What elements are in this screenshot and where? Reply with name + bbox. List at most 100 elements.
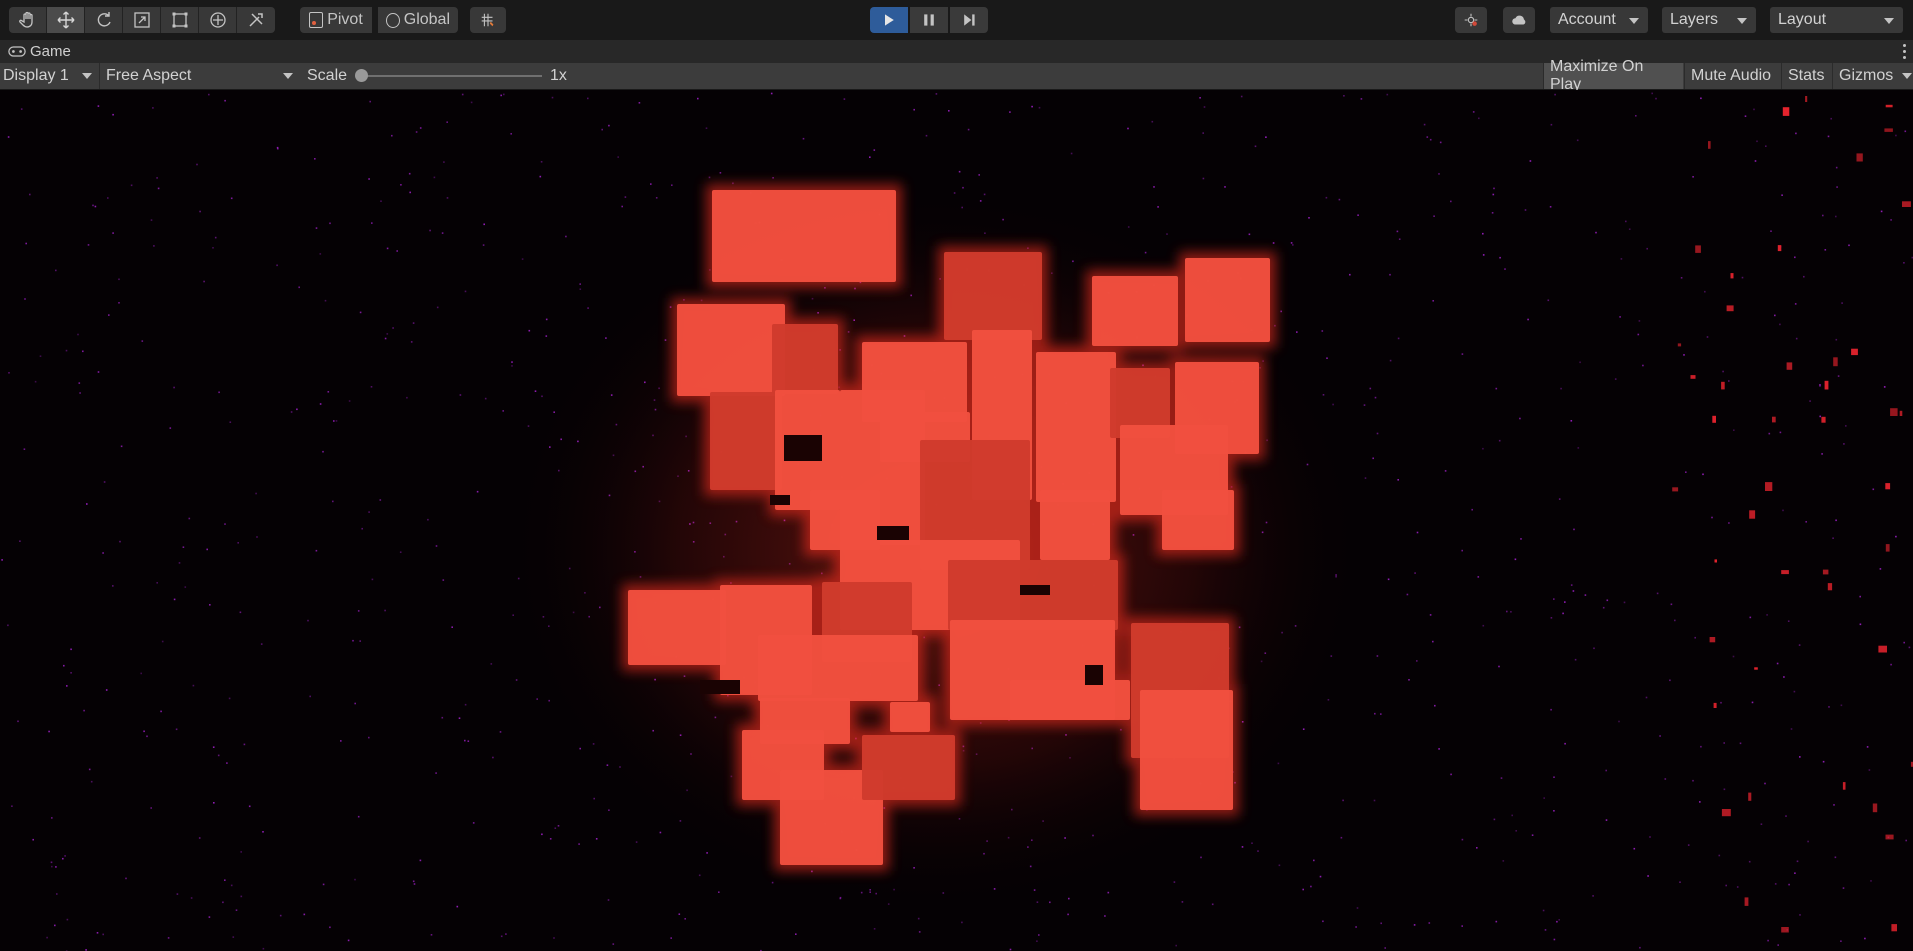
particle	[212, 746, 215, 748]
particle	[1694, 636, 1696, 639]
particle	[1902, 201, 1911, 207]
maximize-on-play-toggle[interactable]: Maximize On Play	[1543, 58, 1683, 93]
particle	[1498, 439, 1501, 442]
stats-toggle[interactable]: Stats	[1781, 63, 1832, 89]
particle	[1224, 186, 1226, 188]
tab-game[interactable]: Game	[0, 40, 71, 63]
gizmos-dropdown[interactable]: Gizmos	[1832, 63, 1913, 89]
cloud-button[interactable]	[1503, 7, 1535, 33]
particle	[1240, 95, 1243, 98]
game-viewport[interactable]	[0, 90, 1913, 951]
particle	[1593, 647, 1595, 650]
particle	[464, 739, 466, 742]
global-toggle[interactable]: Global	[378, 7, 458, 33]
particle	[1036, 940, 1038, 942]
account-label: Account	[1558, 11, 1616, 28]
particle	[1848, 244, 1850, 247]
custom-tool-button[interactable]	[237, 7, 275, 33]
particle	[1856, 153, 1863, 162]
particle	[419, 859, 422, 862]
particle	[1531, 834, 1534, 836]
particle	[296, 408, 298, 411]
particle	[161, 640, 164, 643]
step-button[interactable]	[950, 7, 988, 33]
chevron-down-icon	[82, 73, 92, 79]
layers-dropdown[interactable]: Layers	[1662, 7, 1756, 33]
particle	[1739, 742, 1742, 745]
aspect-dropdown[interactable]: Free Aspect	[99, 63, 295, 89]
particle	[396, 250, 398, 252]
rect-tool-button[interactable]	[161, 7, 199, 33]
particle	[1321, 330, 1324, 332]
move-tool-button[interactable]	[47, 7, 85, 33]
grid-snap-button[interactable]	[470, 7, 506, 33]
scale-slider-track[interactable]	[360, 75, 542, 77]
particle	[541, 833, 543, 836]
particle	[1515, 830, 1517, 832]
particle	[1104, 915, 1106, 917]
rotate-tool-button[interactable]	[85, 7, 123, 33]
particle	[1296, 331, 1298, 333]
particle	[607, 899, 610, 901]
particle	[1649, 836, 1651, 838]
particle	[333, 420, 335, 422]
particle	[1722, 370, 1724, 373]
particle	[435, 545, 438, 547]
scale-tool-button[interactable]	[123, 7, 161, 33]
hand-tool-button[interactable]	[9, 7, 47, 33]
particle	[1835, 166, 1838, 169]
cube	[1040, 490, 1110, 560]
particle	[1753, 108, 1755, 111]
particle	[1520, 538, 1522, 540]
particle	[492, 756, 494, 759]
particle	[175, 728, 178, 731]
particle	[1774, 883, 1777, 885]
particle	[1038, 106, 1041, 109]
particle	[1728, 522, 1730, 524]
pivot-toggle[interactable]: Pivot	[300, 7, 372, 33]
particle	[1550, 123, 1553, 126]
particle	[1558, 498, 1561, 500]
play-button[interactable]	[870, 7, 908, 33]
particle	[1495, 387, 1498, 390]
particle	[540, 161, 543, 163]
particle	[357, 610, 360, 612]
particle	[1794, 256, 1796, 259]
particle	[1413, 924, 1416, 926]
particle	[1429, 138, 1432, 141]
particle	[1819, 384, 1821, 386]
collab-button[interactable]	[1455, 7, 1487, 33]
particle	[1674, 619, 1676, 622]
particle	[1744, 115, 1747, 117]
particle	[541, 395, 543, 398]
mute-audio-toggle[interactable]: Mute Audio	[1684, 63, 1781, 89]
pause-button[interactable]	[910, 7, 948, 33]
particle	[70, 672, 72, 674]
rect-tool-icon	[172, 12, 187, 28]
particle	[160, 710, 162, 713]
layout-dropdown[interactable]: Layout	[1770, 7, 1903, 33]
transform-tool-button[interactable]	[199, 7, 237, 33]
account-dropdown[interactable]: Account	[1550, 7, 1648, 33]
cube	[1010, 680, 1130, 720]
particle	[1450, 773, 1452, 776]
cloud-icon	[1512, 15, 1526, 25]
particle	[1372, 457, 1374, 460]
particle	[1416, 531, 1419, 534]
particle	[412, 322, 415, 324]
particle	[157, 187, 160, 190]
particle	[1374, 712, 1376, 715]
particle	[1549, 206, 1552, 208]
particle	[1482, 447, 1484, 450]
display-dropdown[interactable]: Display 1	[0, 63, 96, 89]
particle	[802, 137, 805, 140]
particle	[1426, 136, 1429, 138]
pivot-label: Pivot	[327, 11, 363, 28]
particle	[1859, 595, 1861, 598]
more-options-icon[interactable]	[1901, 42, 1907, 60]
scale-slider-handle[interactable]	[355, 69, 368, 82]
particle	[1651, 92, 1653, 95]
particle	[1723, 742, 1725, 744]
gizmos-label: Gizmos	[1839, 67, 1894, 84]
particle	[371, 578, 374, 581]
